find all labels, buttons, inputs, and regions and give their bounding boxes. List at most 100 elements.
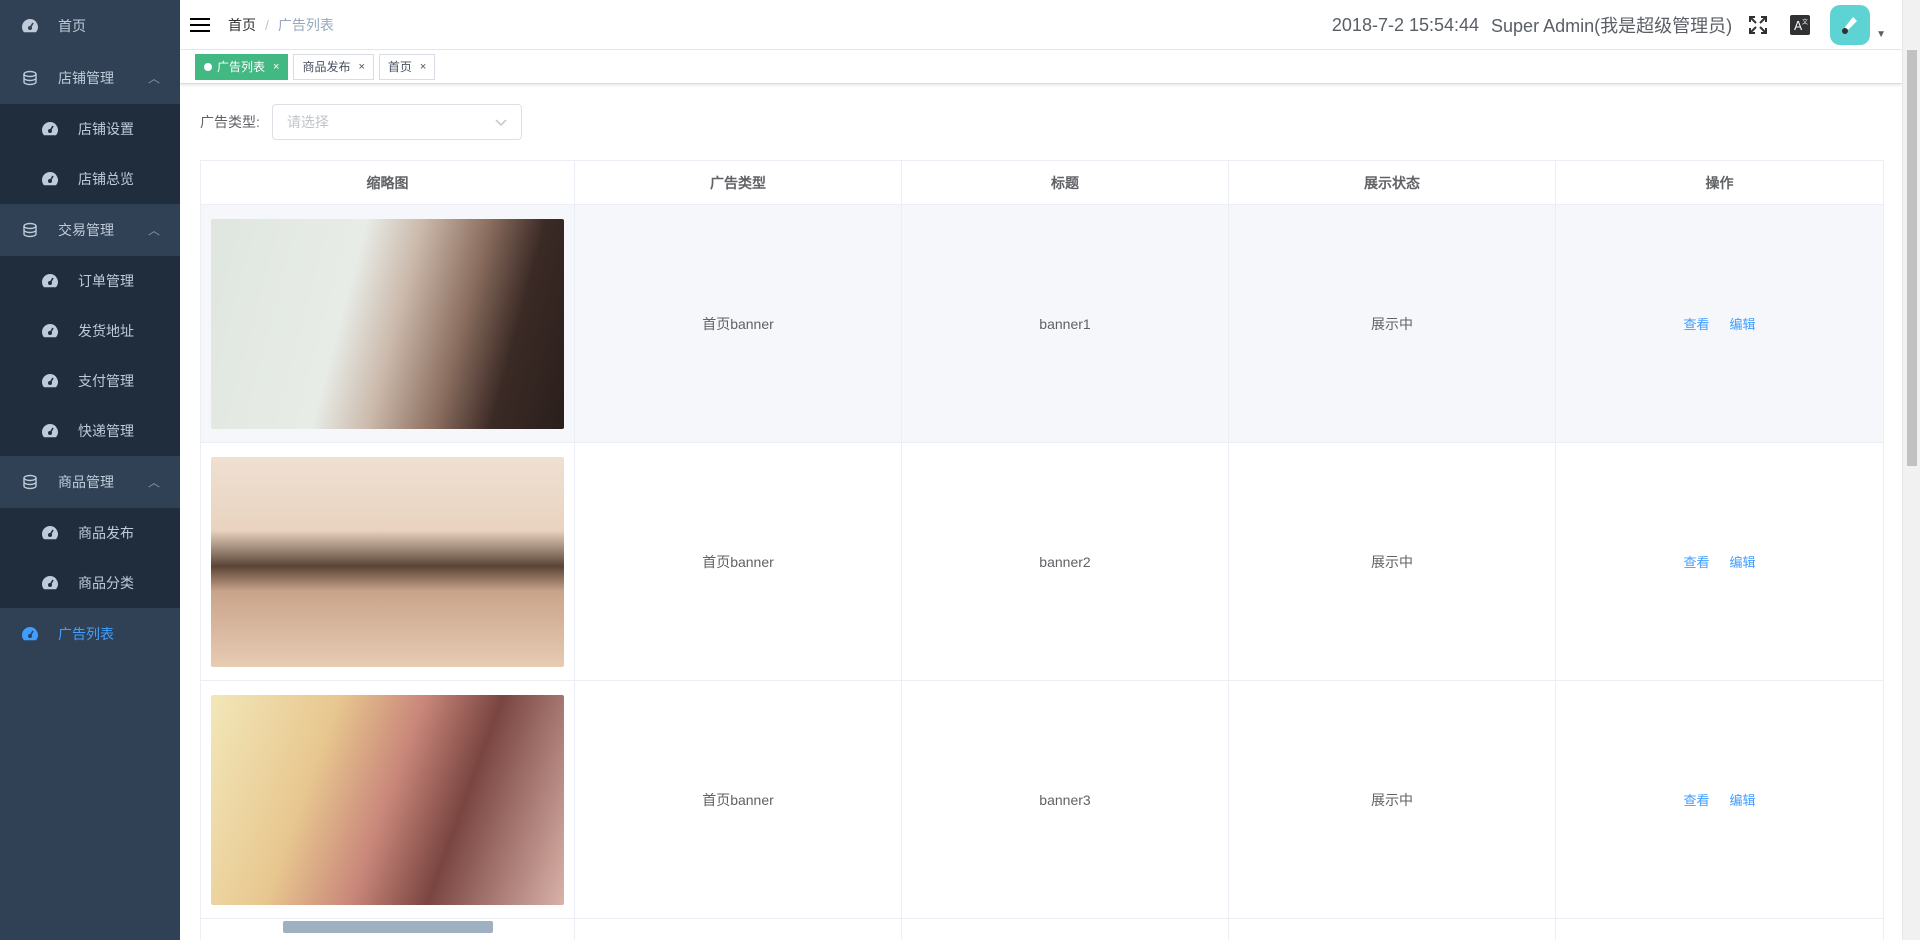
navbar-right: 2018-7-2 15:54:44 Super Admin(我是超级管理员) A…	[1332, 0, 1902, 50]
table-row: 首页banner banner3 展示中 查看 编辑	[200, 680, 1884, 919]
caret-down-icon[interactable]: ▼	[1876, 29, 1886, 40]
content: 广告类型: 请选择 缩略图 广告类型 标题 展示状态 操作 首页banner b…	[180, 84, 1902, 940]
dashboard-icon	[40, 169, 60, 189]
dashboard-icon	[40, 271, 60, 291]
sidebar-item-label: 发货地址	[78, 323, 134, 339]
view-link[interactable]: 查看	[1683, 317, 1709, 332]
sidebar-group-goods[interactable]: 商品管理 ︿	[0, 456, 180, 508]
edit-link[interactable]: 编辑	[1730, 555, 1756, 570]
ad-table: 缩略图 广告类型 标题 展示状态 操作 首页banner banner1 展示中…	[200, 160, 1884, 940]
hamburger-menu-icon[interactable]	[190, 15, 210, 35]
fullscreen-icon[interactable]	[1746, 13, 1770, 37]
actions-cell: 查看 编辑	[1555, 204, 1884, 443]
sidebar-item-shipping-address[interactable]: 发货地址	[0, 306, 180, 356]
datetime: 2018-7-2 15:54:44	[1331, 14, 1480, 35]
filter-bar: 广告类型: 请选择	[200, 104, 1882, 140]
dashboard-icon	[40, 523, 60, 543]
sidebar-item-payment[interactable]: 支付管理	[0, 356, 180, 406]
thumbnail-cell	[200, 680, 575, 919]
edit-link[interactable]: 编辑	[1730, 793, 1756, 808]
translate-icon[interactable]: A文	[1788, 13, 1812, 37]
database-icon	[20, 68, 40, 88]
sidebar-group-trade[interactable]: 交易管理 ︿	[0, 204, 180, 256]
table-row	[200, 918, 1884, 940]
sidebar-item-shop-settings[interactable]: 店铺设置	[0, 104, 180, 154]
sidebar-group-shop[interactable]: 店铺管理 ︿	[0, 52, 180, 104]
close-icon[interactable]: ×	[420, 55, 426, 79]
active-dot-icon	[204, 62, 212, 71]
view-link[interactable]: 查看	[1683, 793, 1709, 808]
title-cell	[901, 918, 1229, 940]
column-header: 标题	[901, 160, 1229, 205]
breadcrumb-current: 广告列表	[277, 16, 334, 33]
ad-type-select[interactable]: 请选择	[271, 104, 522, 140]
tag-ad-list[interactable]: 广告列表 ×	[195, 53, 289, 80]
chevron-down-icon	[495, 114, 507, 130]
sidebar: 首页 店铺管理 ︿ 店铺设置 店铺总览 交易管理 ︿ 订单管理 发货地址 支付管…	[0, 0, 180, 940]
chevron-up-icon: ︿	[147, 475, 160, 490]
sidebar-item-shop-overview[interactable]: 店铺总览	[0, 154, 180, 204]
database-icon	[20, 472, 40, 492]
sidebar-item-label: 商品发布	[78, 525, 134, 541]
column-header: 操作	[1555, 160, 1884, 205]
tag-home[interactable]: 首页 ×	[378, 53, 436, 80]
tags-view: 广告列表 × 商品发布 × 首页 ×	[180, 50, 1902, 84]
breadcrumb-home[interactable]: 首页	[228, 17, 256, 33]
sidebar-item-ad-list[interactable]: 广告列表	[0, 608, 180, 660]
scrollbar-thumb[interactable]	[1907, 50, 1917, 466]
status-cell: 展示中	[1228, 204, 1556, 443]
breadcrumb-separator: /	[265, 16, 269, 33]
column-header: 广告类型	[574, 160, 902, 205]
chevron-up-icon: ︿	[147, 223, 160, 238]
sidebar-item-label: 商品分类	[78, 575, 134, 591]
sidebar-item-label: 广告列表	[58, 626, 114, 642]
vertical-scrollbar[interactable]	[1902, 0, 1920, 940]
navbar: 首页 / 广告列表 2018-7-2 15:54:44 Super Admin(我是…	[180, 0, 1902, 50]
close-icon[interactable]: ×	[273, 55, 279, 79]
chevron-up-icon: ︿	[147, 71, 160, 86]
sidebar-item-label: 商品管理	[58, 474, 114, 490]
thumbnail-cell	[200, 918, 575, 940]
actions-cell	[1555, 918, 1884, 940]
table-row: 首页banner banner1 展示中 查看 编辑	[200, 204, 1884, 443]
close-icon[interactable]: ×	[358, 55, 364, 79]
thumbnail-image	[211, 218, 564, 429]
column-header: 展示状态	[1228, 160, 1556, 205]
edit-link[interactable]: 编辑	[1730, 317, 1756, 332]
dashboard-icon	[40, 321, 60, 341]
avatar[interactable]	[1830, 5, 1871, 45]
ad-type-cell: 首页banner	[574, 442, 902, 681]
user-name: Super Admin(我是超级管理员)	[1491, 16, 1733, 36]
thumbnail-cell	[200, 204, 575, 443]
dashboard-icon	[40, 371, 60, 391]
sidebar-item-orders[interactable]: 订单管理	[0, 256, 180, 306]
sidebar-item-express[interactable]: 快递管理	[0, 406, 180, 456]
thumbnail-image	[211, 456, 564, 667]
dashboard-icon	[20, 624, 40, 644]
dashboard-icon	[40, 573, 60, 593]
ad-type-cell	[574, 918, 902, 940]
select-placeholder: 请选择	[286, 114, 329, 130]
dashboard-icon	[20, 16, 40, 36]
sidebar-item-label: 交易管理	[58, 222, 114, 238]
status-cell: 展示中	[1228, 442, 1556, 681]
ad-type-cell: 首页banner	[574, 680, 902, 919]
dashboard-icon	[40, 421, 60, 441]
sidebar-item-goods-publish[interactable]: 商品发布	[0, 508, 180, 558]
sidebar-item-goods-category[interactable]: 商品分类	[0, 558, 180, 608]
ad-type-cell: 首页banner	[574, 204, 902, 443]
sidebar-item-home[interactable]: 首页	[0, 0, 180, 52]
sidebar-item-label: 首页	[58, 18, 86, 34]
tag-goods-publish[interactable]: 商品发布 ×	[293, 53, 374, 80]
app: 首页 店铺管理 ︿ 店铺设置 店铺总览 交易管理 ︿ 订单管理 发货地址 支付管…	[0, 0, 1920, 940]
ad-type-label: 广告类型:	[200, 114, 260, 130]
sidebar-item-label: 店铺总览	[78, 171, 134, 187]
view-link[interactable]: 查看	[1683, 555, 1709, 570]
sidebar-item-label: 支付管理	[78, 373, 134, 389]
status-cell	[1228, 918, 1556, 940]
status-cell: 展示中	[1228, 680, 1556, 919]
actions-cell: 查看 编辑	[1555, 680, 1884, 919]
database-icon	[20, 220, 40, 240]
dashboard-icon	[40, 119, 60, 139]
column-header: 缩略图	[200, 160, 575, 205]
